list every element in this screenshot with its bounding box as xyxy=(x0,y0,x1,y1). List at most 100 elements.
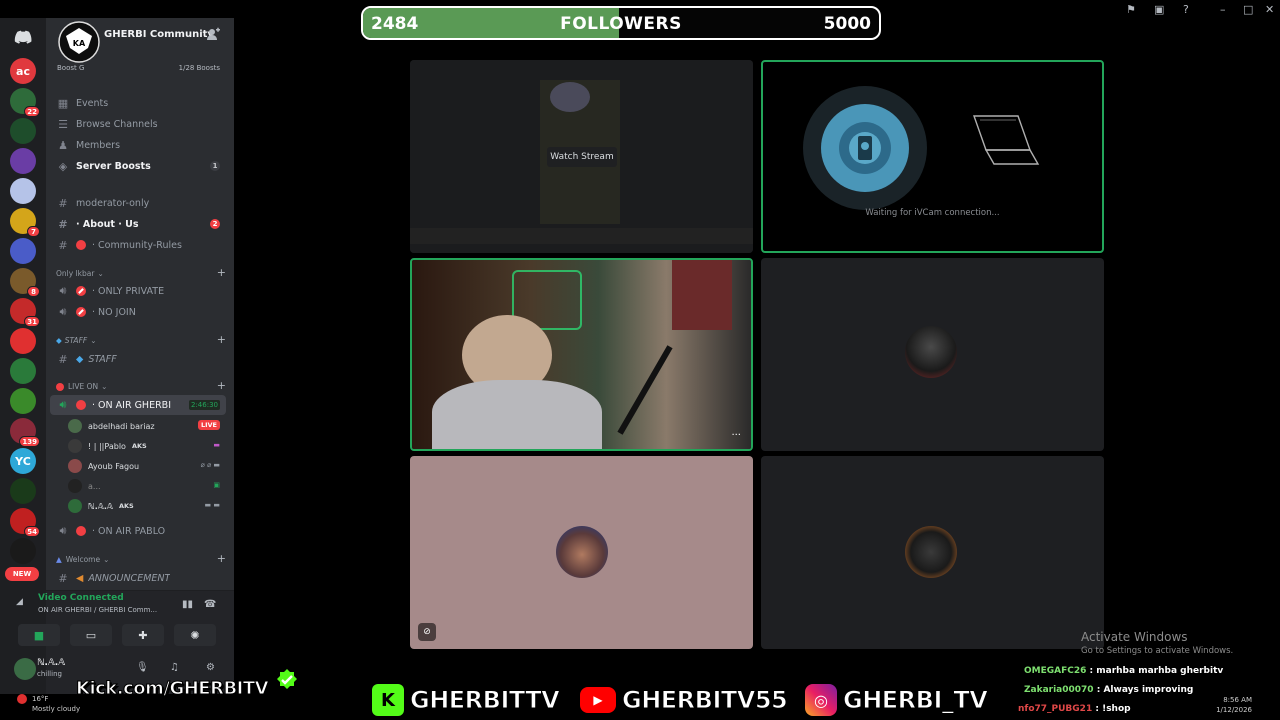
voice-channel-link[interactable]: ON AIR GHERBI / GHERBI Comm... xyxy=(38,606,157,614)
channel-announcement[interactable]: # ◀ ANNOUNCEMENT xyxy=(50,568,226,588)
server-icon-yc[interactable]: YC xyxy=(10,448,36,474)
server-icon[interactable] xyxy=(10,538,36,564)
maximize-icon[interactable]: □ xyxy=(1243,3,1253,16)
boost-progress[interactable]: Boost G 1/28 Boosts xyxy=(46,58,234,78)
camera-button[interactable]: ■ xyxy=(18,624,60,646)
add-channel-icon[interactable]: + xyxy=(217,552,226,565)
sidebar-item-members[interactable]: ♟ Members xyxy=(50,135,226,155)
disconnect-icon[interactable]: ☎ xyxy=(204,599,218,613)
sidebar-item-server-boosts[interactable]: ◈ Server Boosts 1 xyxy=(50,156,226,176)
ivcam-tile[interactable]: Waiting for iVCam connection... xyxy=(761,60,1104,253)
server-name: GHERBI Community xyxy=(104,29,214,40)
avatar xyxy=(68,419,82,433)
svg-text:KA: KA xyxy=(73,39,86,48)
channel-moderator-only[interactable]: # moderator-only xyxy=(50,193,226,213)
signal-icon[interactable]: ◢ xyxy=(16,597,23,607)
channel-community-rules[interactable]: # · Community-Rules xyxy=(50,235,226,255)
inbox-icon[interactable]: ⚑ xyxy=(1126,3,1136,16)
server-header[interactable]: KA GHERBI Community xyxy=(46,18,234,63)
add-channel-icon[interactable]: + xyxy=(217,379,226,392)
minimize-icon[interactable]: – xyxy=(1220,3,1226,16)
voice-user[interactable]: abdelhadi bariaz LIVE xyxy=(68,416,226,436)
avatar xyxy=(68,459,82,473)
participant-tile[interactable] xyxy=(761,456,1104,649)
activities-icon: ✚ xyxy=(138,628,148,642)
noise-suppression-icon[interactable]: ▮▮ xyxy=(182,599,196,613)
voice-user[interactable]: ! | ||Pablo AKS ▬ xyxy=(68,436,226,456)
server-icon[interactable] xyxy=(10,478,36,504)
activities-button[interactable]: ✚ xyxy=(122,624,164,646)
activity-icon: ▬ xyxy=(213,441,220,449)
server-icon[interactable] xyxy=(10,148,36,174)
server-icon[interactable]: 8 xyxy=(10,268,40,297)
follower-target: 5000 xyxy=(823,14,871,34)
instagram-social: ◎ GHERBI_TV xyxy=(805,684,988,716)
participant-tile[interactable]: ⊘ xyxy=(410,456,753,649)
category-welcome[interactable]: ▲ Welcome ⌄ + xyxy=(56,552,226,565)
red-dot-icon xyxy=(56,382,64,391)
more-options-icon[interactable]: ··· xyxy=(731,430,741,441)
laptop-icon xyxy=(973,115,1040,165)
diamond-icon: ◆ xyxy=(56,336,62,345)
clock-date[interactable]: 1/12/2026 xyxy=(1206,706,1252,714)
sidebar-item-events[interactable]: ▦ Events xyxy=(50,93,226,113)
follower-label: FOLLOWERS xyxy=(560,14,682,34)
megaphone-icon: ◀ xyxy=(76,572,84,584)
activate-windows-title: Activate Windows xyxy=(1081,630,1188,644)
voice-channel-on-air-pablo[interactable]: 🔊︎ · ON AIR PABLO xyxy=(50,521,226,541)
server-icon[interactable]: 7 xyxy=(10,208,40,237)
server-icon[interactable] xyxy=(10,358,36,384)
server-icon[interactable]: 139 xyxy=(10,418,40,447)
weather-alert-icon[interactable] xyxy=(17,694,27,704)
invite-icon[interactable] xyxy=(206,27,220,41)
server-icon[interactable] xyxy=(10,388,36,414)
social-banner: Kick.com/GHERBITV K GHERBITTV ▶ GHERBITV… xyxy=(0,668,1280,720)
watch-stream-button[interactable]: Watch Stream xyxy=(547,147,617,167)
close-icon[interactable]: ✕ xyxy=(1265,3,1274,16)
category-only-lkbar[interactable]: Only lkbar ⌄ + xyxy=(56,266,226,279)
voice-channel-on-air-gherbi[interactable]: 🔊︎ · ON AIR GHERBI 2:46:30 xyxy=(50,395,226,415)
participant-tile[interactable] xyxy=(761,258,1104,451)
add-channel-icon[interactable]: + xyxy=(217,333,226,346)
voice-user[interactable]: ℕ.𝔸.𝔸 AKS ▬ ▬ xyxy=(68,496,226,516)
clan-tag: AKS xyxy=(118,502,134,510)
no-video-icon[interactable]: ⊘ xyxy=(418,623,436,641)
discord-home-icon[interactable] xyxy=(10,24,36,50)
webcam-tile[interactable]: ··· xyxy=(410,258,753,451)
server-icon[interactable]: 54 xyxy=(10,508,40,537)
server-icon[interactable]: 22 xyxy=(10,88,40,117)
voice-user[interactable]: Ayoub Fagou ⌀ ⌀ ▬ xyxy=(68,456,226,476)
channel-sidebar: KA GHERBI Community Boost G 1/28 Boosts … xyxy=(14,18,234,694)
server-icon[interactable]: 31 xyxy=(10,298,40,327)
call-timer: 2:46:30 xyxy=(189,400,220,410)
voice-channel-staff[interactable]: # ◆ STAFF xyxy=(50,349,226,369)
instagram-logo-icon: ◎ xyxy=(805,684,837,716)
server-icon[interactable] xyxy=(10,238,36,264)
server-icon-ac[interactable]: ac xyxy=(10,58,36,84)
screen-icon[interactable]: ▣ xyxy=(1154,3,1164,16)
clock-time[interactable]: 8:56 AM xyxy=(1210,696,1252,704)
stream-tile[interactable]: Watch Stream xyxy=(410,60,753,253)
category-staff[interactable]: ◆ STAFF ⌄ + xyxy=(56,333,226,346)
boost-count-badge: 1 xyxy=(210,161,220,171)
hash-icon: # xyxy=(58,352,68,366)
category-live-on[interactable]: LIVE ON ⌄ + xyxy=(56,379,226,392)
help-icon[interactable]: ? xyxy=(1183,3,1189,16)
ivcam-logo-icon xyxy=(803,86,927,210)
avatar xyxy=(905,526,957,578)
voice-user[interactable]: a... ▣ xyxy=(68,476,226,496)
channel-about-us[interactable]: # · About · Us 2 xyxy=(50,214,226,234)
server-icon[interactable] xyxy=(10,328,36,354)
add-channel-icon[interactable]: + xyxy=(217,266,226,279)
boost-count: 1/28 Boosts xyxy=(178,64,220,72)
live-dot-icon xyxy=(76,526,86,536)
server-icon[interactable] xyxy=(10,178,36,204)
server-icon[interactable] xyxy=(10,118,36,144)
sidebar-item-browse-channels[interactable]: ☰ Browse Channels xyxy=(50,114,226,134)
soundboard-button[interactable]: ✺ xyxy=(174,624,216,646)
new-badge: NEW xyxy=(5,567,39,581)
voice-channel-only-private[interactable]: 🔊︎ · ONLY PRIVATE xyxy=(50,281,226,301)
screen: ac 22 7 8 31 139 YC 54 NEW KA GHERBI Com… xyxy=(0,0,1280,720)
screen-share-button[interactable]: ▭ xyxy=(70,624,112,646)
voice-channel-no-join[interactable]: 🔊︎ · NO JOIN xyxy=(50,302,226,322)
